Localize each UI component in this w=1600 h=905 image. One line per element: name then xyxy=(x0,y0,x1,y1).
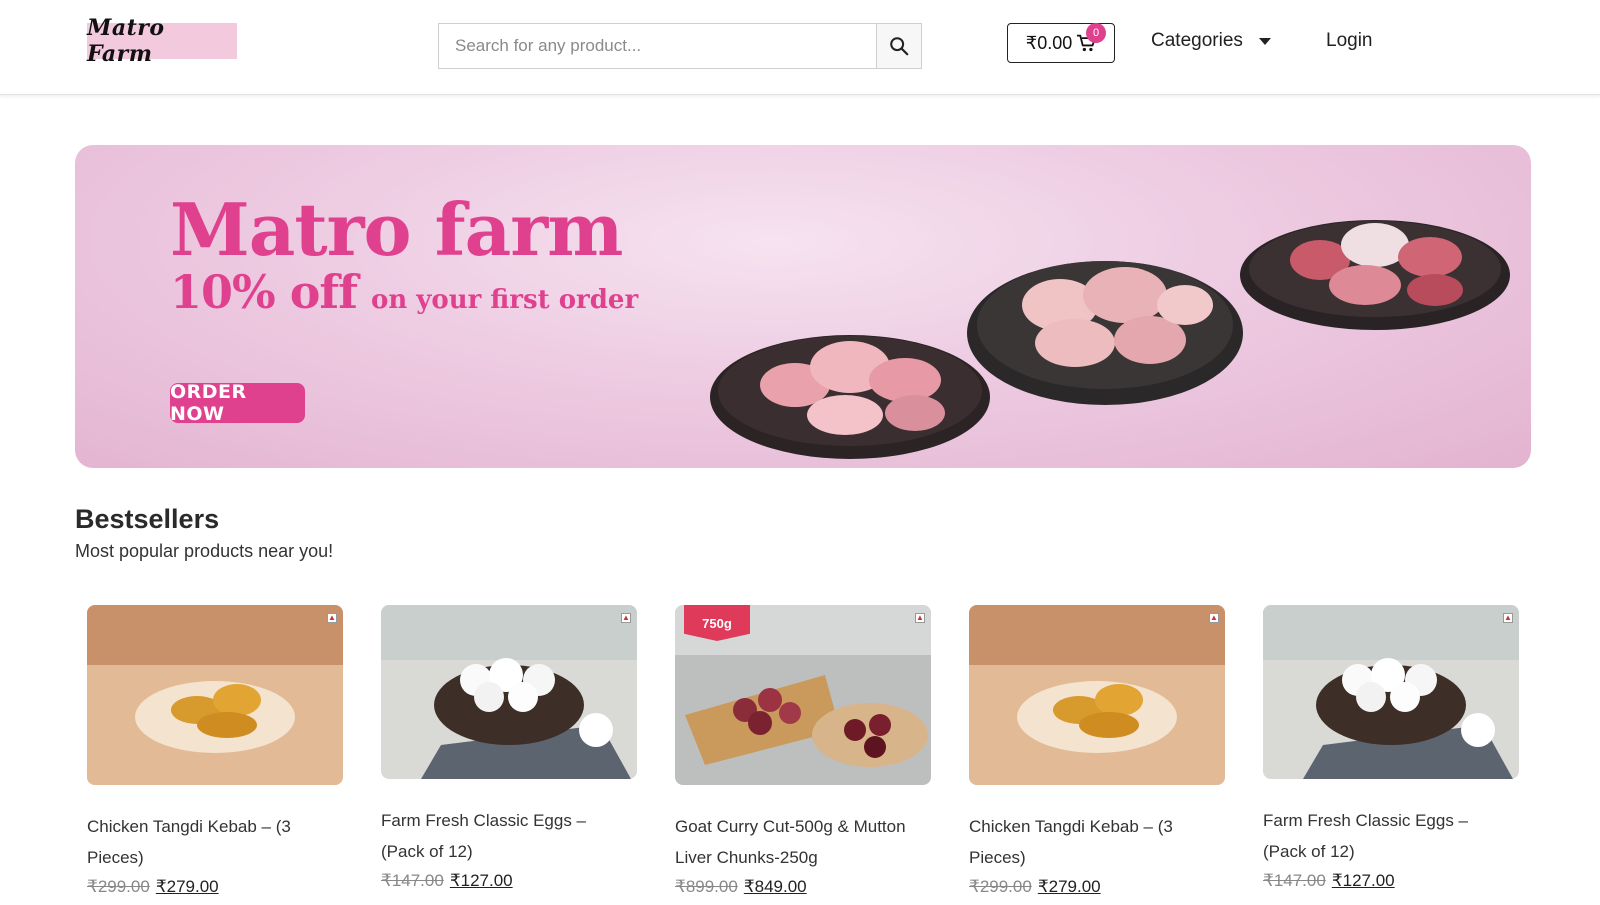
eggs-image xyxy=(381,605,637,779)
order-now-button[interactable]: ORDER NOW xyxy=(170,381,305,425)
banner-offer: 10% off on your first order xyxy=(170,265,638,319)
product-price: ₹299.00 ₹279.00 xyxy=(87,877,343,897)
site-header: Matro Farm ₹0.00 0 Categories Login xyxy=(0,0,1600,95)
product-card[interactable]: 750g ▲ Goat Curry Cut-500g & Mutton Live… xyxy=(675,605,931,897)
wishlist-icon[interactable]: ▲ xyxy=(915,613,925,623)
chicken-kebab-image xyxy=(87,605,343,785)
wishlist-icon[interactable]: ▲ xyxy=(621,613,631,623)
product-price: ₹299.00 ₹279.00 xyxy=(969,877,1225,897)
cart-button[interactable]: ₹0.00 0 xyxy=(1007,23,1115,63)
chicken-kebab-image xyxy=(969,605,1225,785)
old-price: ₹147.00 xyxy=(381,871,444,890)
product-card[interactable]: ▲ Farm Fresh Classic Eggs – (Pack of 12)… xyxy=(381,605,637,891)
wishlist-icon[interactable]: ▲ xyxy=(327,613,337,623)
weight-badge: 750g xyxy=(684,605,750,641)
product-image[interactable]: 750g ▲ xyxy=(675,605,931,785)
eggs-image xyxy=(1263,605,1519,779)
login-link[interactable]: Login xyxy=(1326,30,1373,52)
product-name[interactable]: Chicken Tangdi Kebab – (3 Pieces) xyxy=(969,811,1209,873)
search-button[interactable] xyxy=(876,24,921,68)
product-price: ₹147.00 ₹127.00 xyxy=(1263,871,1519,891)
old-price: ₹299.00 xyxy=(969,877,1032,896)
wishlist-icon[interactable]: ▲ xyxy=(1209,613,1219,623)
product-price: ₹147.00 ₹127.00 xyxy=(381,871,637,891)
banner-title: Matro farm xyxy=(170,187,623,272)
site-logo[interactable]: Matro Farm xyxy=(87,15,237,67)
sale-price: ₹279.00 xyxy=(155,877,219,896)
old-price: ₹899.00 xyxy=(675,877,738,896)
chevron-down-icon xyxy=(1258,37,1271,45)
categories-label: Categories xyxy=(1151,30,1243,51)
offer-percent: 10% off xyxy=(170,265,358,319)
product-image[interactable]: ▲ xyxy=(381,605,637,779)
old-price: ₹147.00 xyxy=(1263,871,1326,890)
product-card[interactable]: ▲ Chicken Tangdi Kebab – (3 Pieces) ₹299… xyxy=(87,605,343,897)
sale-price: ₹279.00 xyxy=(1037,877,1101,896)
offer-text: on your first order xyxy=(371,285,639,315)
old-price: ₹299.00 xyxy=(87,877,150,896)
product-name[interactable]: Farm Fresh Classic Eggs – (Pack of 12) xyxy=(381,805,621,867)
wishlist-icon[interactable]: ▲ xyxy=(1503,613,1513,623)
categories-menu[interactable]: Categories xyxy=(1151,30,1271,52)
product-name[interactable]: Goat Curry Cut-500g & Mutton Liver Chunk… xyxy=(675,811,915,873)
search-icon xyxy=(890,37,909,56)
product-price: ₹899.00 ₹849.00 xyxy=(675,877,931,897)
product-list: ▲ Chicken Tangdi Kebab – (3 Pieces) ₹299… xyxy=(0,605,1600,905)
product-card[interactable]: ▲ Chicken Tangdi Kebab – (3 Pieces) ₹299… xyxy=(969,605,1225,897)
section-title: Bestsellers xyxy=(75,504,220,534)
sale-price: ₹849.00 xyxy=(743,877,807,896)
sale-price: ₹127.00 xyxy=(449,871,513,890)
product-image[interactable]: ▲ xyxy=(87,605,343,785)
cart-count-badge: 0 xyxy=(1086,23,1106,43)
product-image[interactable]: ▲ xyxy=(1263,605,1519,779)
product-image[interactable]: ▲ xyxy=(969,605,1225,785)
promo-banner[interactable]: Matro farm 10% off on your first order O… xyxy=(75,145,1531,468)
cart-total: ₹0.00 xyxy=(1025,32,1073,53)
sale-price: ₹127.00 xyxy=(1331,871,1395,890)
search-input[interactable] xyxy=(439,24,876,68)
logo-text: Matro Farm xyxy=(87,15,165,67)
section-subtitle: Most popular products near you! xyxy=(75,541,334,561)
product-name[interactable]: Chicken Tangdi Kebab – (3 Pieces) xyxy=(87,811,327,873)
search-bar xyxy=(438,23,922,69)
product-name[interactable]: Farm Fresh Classic Eggs – (Pack of 12) xyxy=(1263,805,1503,867)
product-card[interactable]: ▲ Farm Fresh Classic Eggs – (Pack of 12)… xyxy=(1263,605,1519,891)
